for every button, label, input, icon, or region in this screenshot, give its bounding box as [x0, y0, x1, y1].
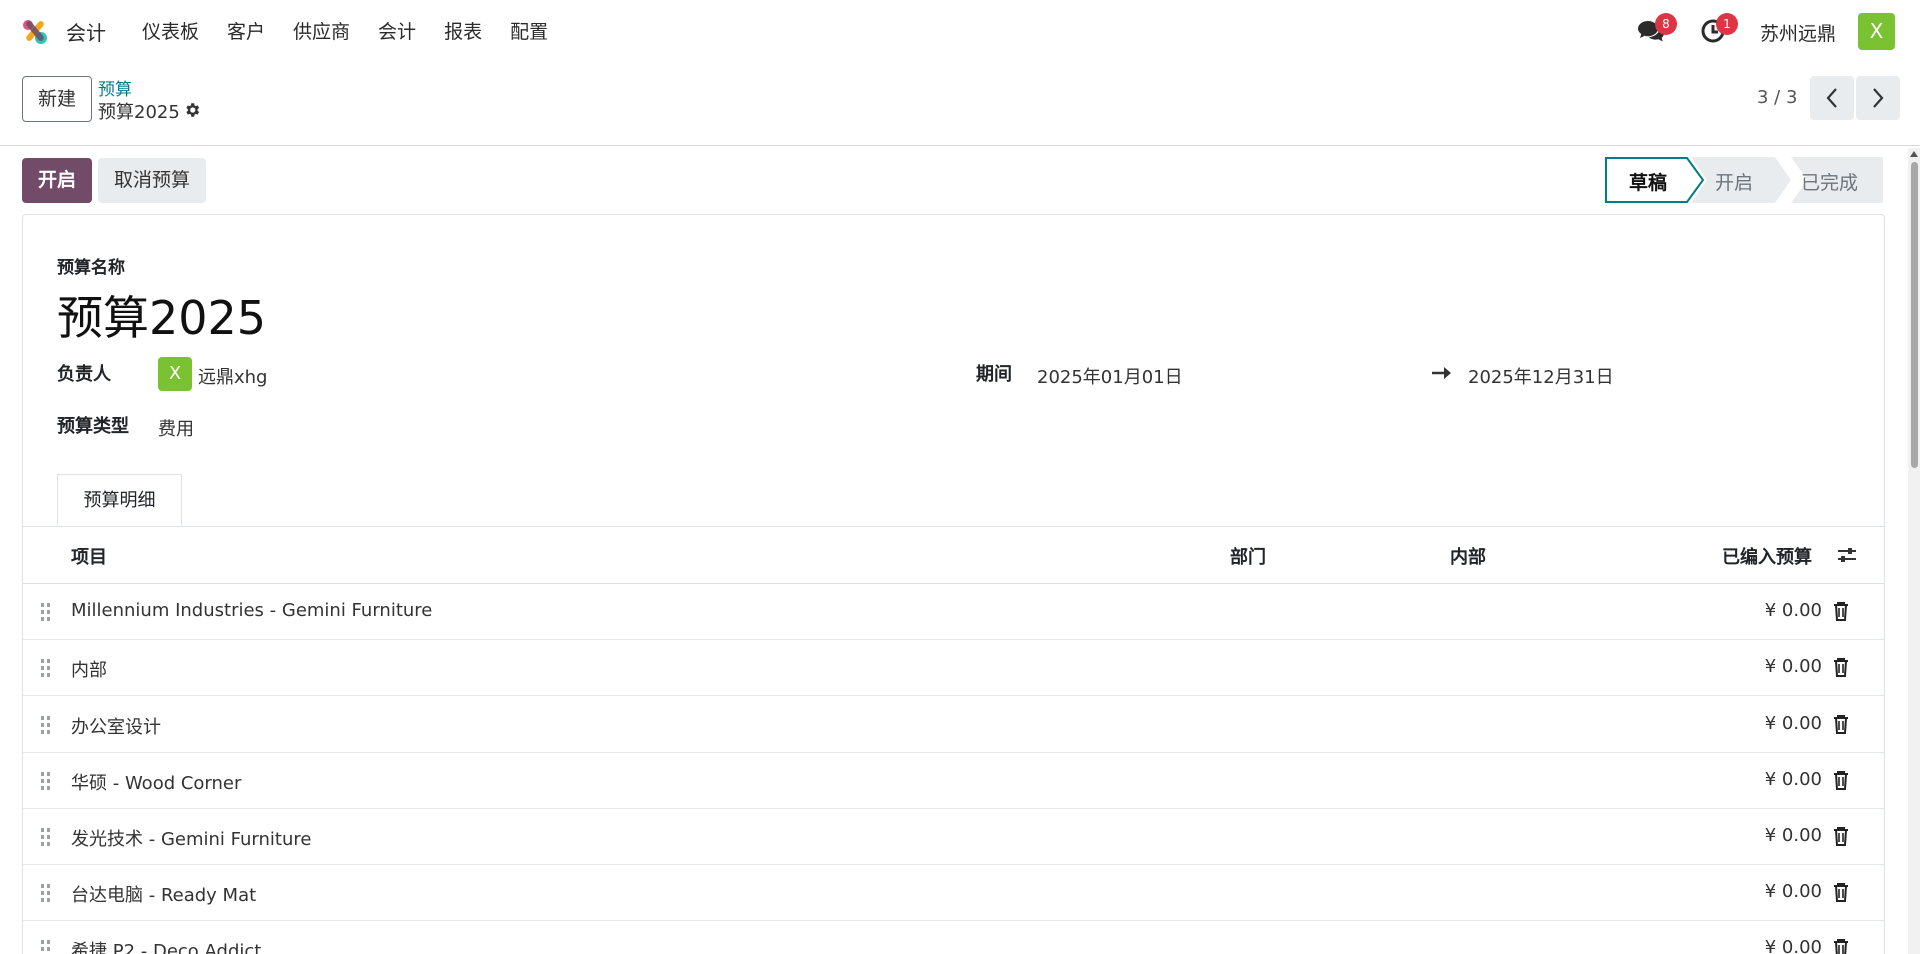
open-budget-button[interactable]: 开启 [22, 158, 92, 203]
gear-icon[interactable] [183, 101, 201, 119]
table-row[interactable]: Millennium Industries - Gemini Furniture… [22, 584, 1885, 640]
date-to-field[interactable]: 2025年12月31日 [1468, 363, 1614, 389]
trash-icon[interactable] [1832, 657, 1850, 677]
column-header-item[interactable]: 项目 [71, 543, 107, 569]
row-item-name[interactable]: 华硕 - Wood Corner [71, 769, 241, 795]
user-avatar[interactable]: X [1858, 13, 1895, 50]
table-row[interactable]: 发光技术 - Gemini Furniture ¥ 0.00 [22, 809, 1885, 865]
row-item-name[interactable]: Millennium Industries - Gemini Furniture [71, 600, 432, 621]
trash-icon[interactable] [1832, 714, 1850, 734]
table-row[interactable]: 希捷 P2 - Deco Addict ¥ 0.00 [22, 921, 1885, 954]
owner-label: 负责人 [57, 364, 111, 385]
row-budgeted-amount[interactable]: ¥ 0.00 [1765, 825, 1822, 846]
top-navbar: 会计 仪表板 客户 供应商 会计 报表 配置 8 1 苏州远鼎 X [0, 0, 1920, 62]
column-header-department[interactable]: 部门 [1230, 543, 1266, 569]
optional-columns-icon[interactable] [1836, 544, 1858, 566]
stage-draft[interactable]: 草稿 [1629, 168, 1667, 195]
chevron-right-icon [1873, 88, 1884, 108]
budget-type-field[interactable]: 费用 [158, 415, 194, 441]
new-button[interactable]: 新建 [22, 76, 92, 122]
table-row[interactable]: 内部 ¥ 0.00 [22, 640, 1885, 696]
row-budgeted-amount[interactable]: ¥ 0.00 [1765, 656, 1822, 677]
period-label: 期间 [976, 364, 1012, 385]
menu-item-vendors[interactable]: 供应商 [293, 17, 350, 44]
trash-icon[interactable] [1832, 601, 1850, 621]
row-budgeted-amount[interactable]: ¥ 0.00 [1765, 881, 1822, 902]
control-panel-divider [0, 145, 1920, 146]
tab-divider [22, 526, 1885, 527]
menu-item-configuration[interactable]: 配置 [510, 17, 548, 44]
owner-avatar: X [158, 357, 192, 391]
pager-next-button[interactable] [1856, 76, 1900, 120]
chevron-left-icon [1826, 88, 1837, 108]
company-switcher[interactable]: 苏州远鼎 [1760, 19, 1836, 46]
messages-count-badge: 8 [1655, 13, 1677, 35]
stage-open[interactable]: 开启 [1715, 168, 1753, 195]
drag-handle-icon[interactable] [40, 715, 52, 735]
owner-field[interactable]: 远鼎xhg [198, 363, 268, 389]
row-budgeted-amount[interactable]: ¥ 0.00 [1765, 769, 1822, 790]
drag-handle-icon[interactable] [40, 883, 52, 903]
column-header-internal[interactable]: 内部 [1450, 543, 1486, 569]
scrollbar-thumb[interactable] [1911, 162, 1918, 468]
table-row[interactable]: 华硕 - Wood Corner ¥ 0.00 [22, 753, 1885, 809]
row-budgeted-amount[interactable]: ¥ 0.00 [1765, 600, 1822, 621]
activities-count-badge: 1 [1716, 13, 1738, 35]
row-budgeted-amount[interactable]: ¥ 0.00 [1765, 713, 1822, 734]
row-item-name[interactable]: 办公室设计 [71, 713, 161, 739]
budget-type-label: 预算类型 [57, 416, 129, 437]
drag-handle-icon[interactable] [40, 827, 52, 847]
menu-item-reporting[interactable]: 报表 [444, 17, 482, 44]
row-item-name[interactable]: 希捷 P2 - Deco Addict [71, 937, 261, 954]
date-from-field[interactable]: 2025年01月01日 [1037, 363, 1183, 389]
column-header-budgeted[interactable]: 已编入预算 [1722, 543, 1812, 569]
budget-name-field[interactable]: 预算2025 [57, 282, 266, 348]
app-name[interactable]: 会计 [66, 17, 106, 46]
row-item-name[interactable]: 台达电脑 - Ready Mat [71, 881, 256, 907]
trash-icon[interactable] [1832, 826, 1850, 846]
row-item-name[interactable]: 内部 [71, 656, 107, 682]
status-bar: 草稿 开启 已完成 [1605, 157, 1883, 203]
pager-previous-button[interactable] [1810, 76, 1854, 120]
cancel-budget-button[interactable]: 取消预算 [98, 158, 206, 203]
row-budgeted-amount[interactable]: ¥ 0.00 [1765, 937, 1822, 954]
menu-item-accounting[interactable]: 会计 [378, 17, 416, 44]
drag-handle-icon[interactable] [40, 771, 52, 791]
budget-name-label: 预算名称 [57, 258, 125, 278]
arrow-right-icon [1432, 367, 1451, 379]
scroll-up-arrow-icon[interactable] [1910, 150, 1918, 158]
table-row[interactable]: 台达电脑 - Ready Mat ¥ 0.00 [22, 865, 1885, 921]
main-menu: 仪表板 客户 供应商 会计 报表 配置 [142, 17, 576, 44]
breadcrumb-parent-link[interactable]: 预算 [98, 75, 132, 100]
menu-item-dashboard[interactable]: 仪表板 [142, 17, 199, 44]
tab-budget-lines[interactable]: 预算明细 [57, 474, 182, 526]
drag-handle-icon[interactable] [40, 658, 52, 678]
drag-handle-icon[interactable] [40, 939, 52, 954]
stage-done[interactable]: 已完成 [1801, 168, 1858, 195]
row-item-name[interactable]: 发光技术 - Gemini Furniture [71, 825, 311, 851]
trash-icon[interactable] [1832, 882, 1850, 902]
table-row[interactable]: 办公室设计 ¥ 0.00 [22, 697, 1885, 753]
pager-value[interactable]: 3 / 3 [1757, 87, 1797, 108]
menu-item-customers[interactable]: 客户 [227, 17, 265, 44]
breadcrumb-current: 预算2025 [98, 102, 180, 123]
accounting-app-icon[interactable] [20, 16, 50, 46]
trash-icon[interactable] [1832, 938, 1850, 954]
trash-icon[interactable] [1832, 770, 1850, 790]
drag-handle-icon[interactable] [40, 602, 52, 622]
